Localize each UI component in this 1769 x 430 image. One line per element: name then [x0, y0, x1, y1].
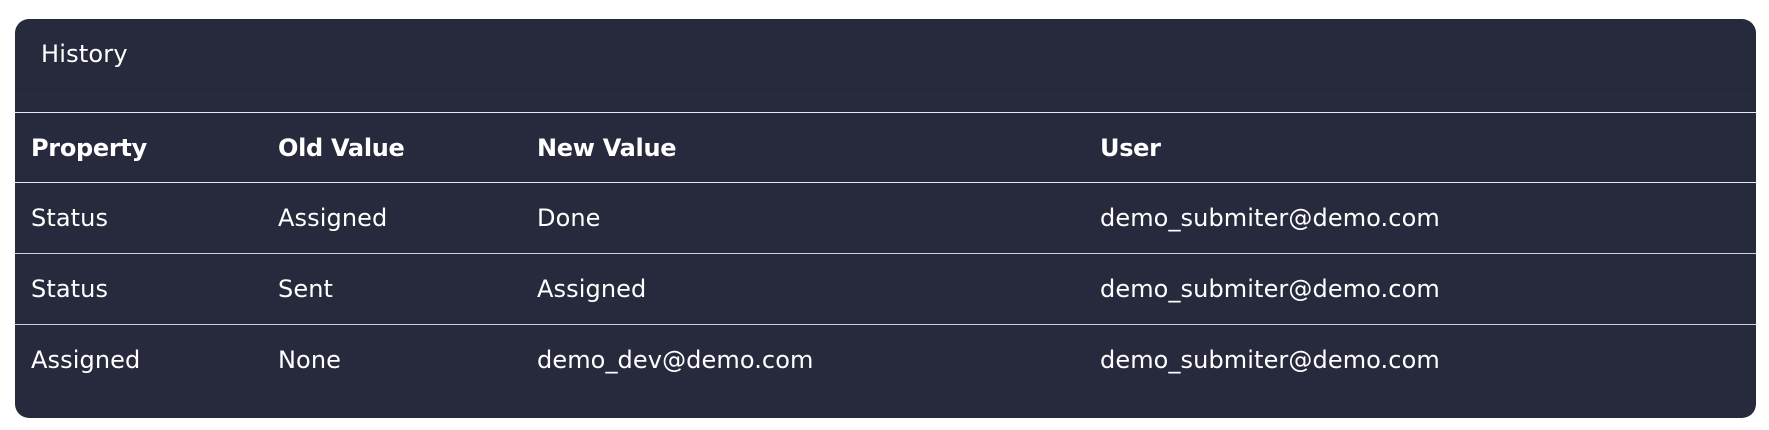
column-header-property: Property	[31, 133, 147, 162]
header-row: Property Old Value New Value User	[15, 112, 1756, 183]
table-row: Status Sent Assigned demo_submiter@demo.…	[15, 254, 1756, 325]
cell-property: Assigned	[31, 346, 141, 374]
card-title: History	[41, 40, 128, 68]
cell-user: demo_submiter@demo.com	[1100, 275, 1440, 303]
cell-new-value: demo_dev@demo.com	[537, 346, 814, 374]
column-header-old-value: Old Value	[278, 133, 405, 162]
history-table: Property Old Value New Value User Status…	[15, 112, 1756, 395]
cell-old-value: Sent	[278, 275, 334, 303]
history-table-wrapper: Property Old Value New Value User Status…	[15, 112, 1756, 395]
column-header-user: User	[1100, 133, 1161, 162]
cell-user: demo_submiter@demo.com	[1100, 346, 1440, 374]
cell-user: demo_submiter@demo.com	[1100, 204, 1440, 232]
card-header: History	[15, 19, 1756, 90]
cell-old-value: None	[278, 346, 342, 374]
table-header: Property Old Value New Value User	[15, 112, 1756, 183]
history-card: History Property Old Value New Value Use…	[15, 19, 1756, 418]
cell-new-value: Done	[537, 204, 601, 232]
table-row: Assigned None demo_dev@demo.com demo_sub…	[15, 325, 1756, 396]
table-row: Status Assigned Done demo_submiter@demo.…	[15, 183, 1756, 254]
cell-property: Status	[31, 204, 109, 232]
cell-property: Status	[31, 275, 109, 303]
cell-old-value: Assigned	[278, 204, 388, 232]
table-body: Status Assigned Done demo_submiter@demo.…	[15, 183, 1756, 396]
cell-new-value: Assigned	[537, 275, 647, 303]
column-header-new-value: New Value	[537, 133, 677, 162]
